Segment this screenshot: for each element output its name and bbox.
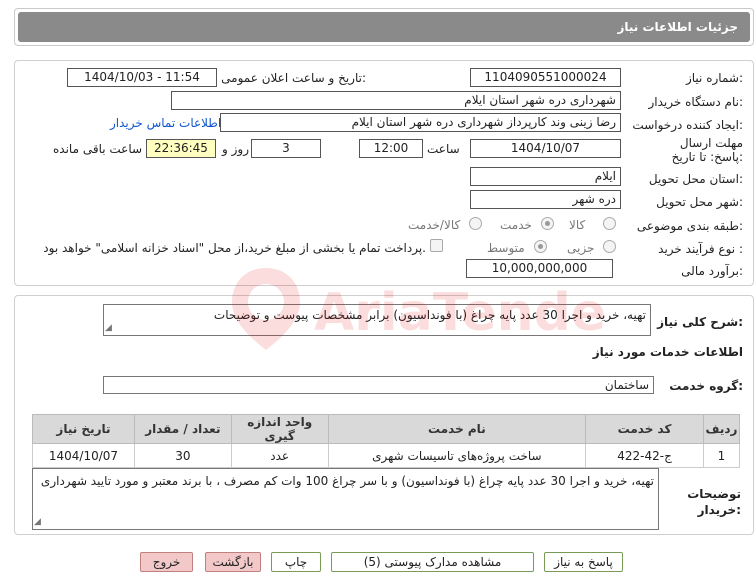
category-service-radio[interactable]	[541, 217, 554, 230]
city-label: شهر محل تحویل:	[656, 195, 743, 209]
process-medium-radio[interactable]	[534, 240, 547, 253]
category-both-radio[interactable]	[469, 217, 482, 230]
print-button[interactable]: چاپ	[271, 552, 321, 572]
col-need-date: تاریخ نیاز	[32, 414, 135, 444]
page-title: جزئیات اطلاعات نیاز	[18, 12, 750, 42]
col-unit: واحد اندازه گیری	[230, 414, 329, 444]
description-field: تهیه، خرید و اجرا 30 عدد پایه چراغ (با ف…	[103, 304, 651, 336]
services-title: اطلاعات خدمات مورد نیاز	[592, 345, 743, 359]
process-partial-radio[interactable]	[603, 240, 616, 253]
col-quantity: تعداد / مقدار	[133, 414, 232, 444]
announce-label: تاریخ و ساعت اعلان عمومی:	[221, 71, 366, 85]
back-button[interactable]: بازگشت	[205, 552, 261, 572]
creator-label: ایجاد کننده درخواست:	[632, 118, 743, 132]
cell-service-code: ج-42-422	[585, 443, 704, 468]
need-number-label: شماره نیاز:	[685, 71, 743, 85]
remaining-label: ساعت باقی مانده	[53, 142, 143, 156]
treasury-payment-note: پرداخت تمام یا بخشی از مبلغ خرید،از محل …	[43, 241, 426, 255]
services-table: تاریخ نیاز تعداد / مقدار واحد اندازه گیر…	[32, 414, 741, 468]
category-goods-label: کالا	[569, 218, 586, 232]
announce-field: 1404/10/03 - 11:54	[67, 68, 217, 87]
category-goods-radio[interactable]	[603, 217, 616, 230]
days-field: 3	[251, 139, 321, 158]
need-number-field: 1104090551000024	[470, 68, 621, 87]
cell-unit: عدد	[230, 443, 329, 468]
cell-need-date: 1404/10/07	[32, 443, 135, 468]
service-group-field: ساختمان	[103, 376, 654, 394]
estimate-label: برآورد مالی:	[681, 264, 743, 278]
cell-quantity: 30	[133, 443, 232, 468]
remaining-time-field: 22:36:45	[146, 139, 216, 158]
col-service-code: کد خدمت	[585, 414, 704, 444]
deadline-time-field: 12:00	[359, 139, 423, 158]
service-group-label: گروه خدمت:	[669, 379, 743, 393]
buyer-label: نام دستگاه خریدار:	[648, 95, 744, 109]
title-bar: جزئیات اطلاعات نیاز	[14, 8, 754, 46]
province-label: استان محل تحویل:	[648, 172, 743, 186]
category-service-label: خدمت	[500, 218, 532, 232]
notes-resize-handle-icon: ◢	[34, 517, 41, 527]
process-medium-label: متوسط	[487, 241, 525, 255]
category-both-label: کالا/خدمت	[408, 218, 461, 232]
buyer-field: شهرداری دره شهر استان ایلام	[171, 91, 621, 110]
process-label: نوع فرآیند خرید :	[658, 242, 743, 256]
cell-service-name: ساخت پروژه‌های تاسیسات شهری	[327, 443, 587, 468]
col-service-name: نام خدمت	[327, 414, 587, 444]
col-row: ردیف	[702, 414, 741, 444]
exit-button[interactable]: خروج	[140, 552, 193, 572]
view-attachments-button[interactable]: مشاهده مدارک پیوستی (5)	[331, 552, 534, 572]
treasury-checkbox[interactable]	[430, 239, 443, 252]
resize-handle-icon: ◢	[105, 323, 112, 333]
estimate-field: 10,000,000,000	[466, 259, 613, 278]
time-label: ساعت	[427, 142, 460, 156]
table-row: 1404/10/07 30 عدد ساخت پروژه‌های تاسیسات…	[32, 443, 741, 468]
buyer-notes-label: توضیحات خریدار:	[687, 487, 741, 517]
deadline-date-field: 1404/10/07	[470, 139, 621, 158]
cell-row-number: 1	[702, 443, 741, 468]
reply-button[interactable]: پاسخ به نیاز	[544, 552, 623, 572]
buyer-notes-field: تهیه، خرید و اجرا 30 عدد پایه چراغ (با ف…	[32, 468, 659, 530]
process-partial-label: جزیی	[567, 241, 595, 255]
category-label: طبقه بندی موضوعی:	[636, 219, 743, 233]
description-label: شرح کلی نیاز:	[657, 315, 743, 329]
days-label: روز و	[222, 142, 249, 156]
buyer-contact-link[interactable]: اطلاعات تماس خریدار	[110, 116, 221, 130]
creator-field: رضا زینی وند کارپرداز شهرداری دره شهر اس…	[220, 113, 621, 132]
deadline-label: مهلت ارسال پاسخ: تا تاریخ:	[671, 136, 743, 164]
province-field: ایلام	[470, 167, 621, 186]
city-field: دره شهر	[470, 190, 621, 209]
table-header-row: تاریخ نیاز تعداد / مقدار واحد اندازه گیر…	[32, 414, 741, 444]
